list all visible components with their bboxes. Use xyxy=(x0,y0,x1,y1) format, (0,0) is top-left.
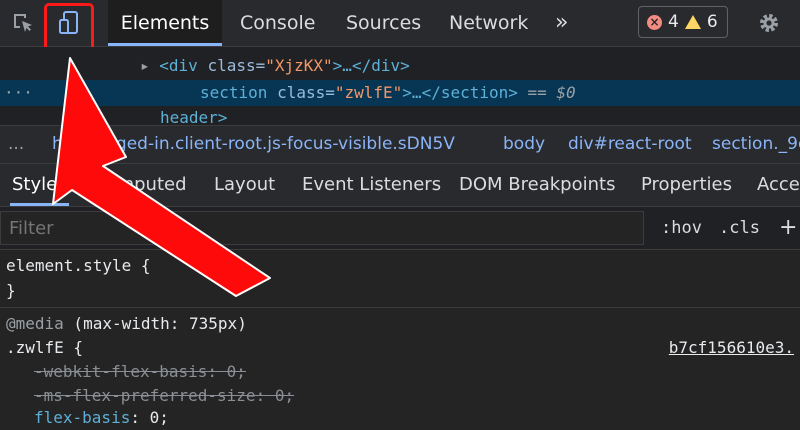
hov-toggle[interactable]: :hov xyxy=(661,207,702,249)
cls-toggle[interactable]: .cls xyxy=(719,207,760,249)
rule-selector[interactable]: .zwlfE { b7cf156610e3. xyxy=(6,336,794,360)
dom-node-div[interactable]: ▸ <div class="XjzKX">…</div> xyxy=(140,53,410,79)
devtools-toolbar: Elements Console Sources Network » × 4 6 xyxy=(0,0,800,53)
warning-icon xyxy=(684,15,701,29)
dom-node-section-selected[interactable]: ··· section class="zwlfE">…</section> ==… xyxy=(0,80,800,106)
tab-computed[interactable]: Computed xyxy=(93,164,187,206)
element-style-close: } xyxy=(6,281,16,300)
breadcrumb-body-class[interactable]: logged-in.client-root.js-focus-visible.s… xyxy=(90,126,455,163)
new-rule-plus-icon[interactable]: + xyxy=(779,207,797,249)
filter-input[interactable] xyxy=(0,211,644,245)
css-property-flex-basis[interactable]: flex-basis: 0; xyxy=(34,406,169,430)
rule-divider xyxy=(0,307,800,308)
tab-console[interactable]: Console xyxy=(240,0,315,46)
css-property-ms-flex-preferred-size[interactable]: -ms-flex-preferred-size: 0; xyxy=(34,384,294,408)
styles-pane: element.style { } @media (max-width: 735… xyxy=(0,250,800,427)
breadcrumb-overflow[interactable]: ... xyxy=(8,126,24,163)
breadcrumb-html[interactable]: html xyxy=(52,126,91,163)
error-count: 4 xyxy=(668,12,679,32)
element-style-selector[interactable]: element.style { xyxy=(6,254,151,278)
breadcrumb: ... html logged-in.client-root.js-focus-… xyxy=(0,125,800,164)
inspect-element-icon[interactable] xyxy=(9,9,37,37)
node-menu-icon[interactable]: ··· xyxy=(4,80,33,106)
dom-tree: ▸ <div class="XjzKX">…</div> ··· section… xyxy=(0,47,800,127)
more-tabs-chevron-icon[interactable]: » xyxy=(555,0,568,46)
issues-counter[interactable]: × 4 6 xyxy=(638,6,728,38)
filter-bar: :hov .cls + xyxy=(0,207,800,250)
device-toolbar-highlight xyxy=(44,3,94,53)
breadcrumb-body[interactable]: body xyxy=(503,126,545,163)
tab-properties[interactable]: Properties xyxy=(641,164,732,206)
error-icon: × xyxy=(647,14,662,30)
stylesheet-source-link[interactable]: b7cf156610e3. xyxy=(669,336,794,360)
styles-subtabs: Styles Computed Layout Event Listeners D… xyxy=(0,164,800,207)
tab-dom-breakpoints[interactable]: DOM Breakpoints xyxy=(459,164,615,206)
tab-elements[interactable]: Elements xyxy=(108,0,222,46)
gear-icon[interactable] xyxy=(755,9,783,37)
css-property-webkit-flex-basis[interactable]: -webkit-flex-basis: 0; xyxy=(34,360,246,384)
tab-accessibility[interactable]: Acce xyxy=(757,164,800,206)
media-query: @media (max-width: 735px) xyxy=(6,314,247,333)
breadcrumb-section[interactable]: section._9e xyxy=(712,126,800,163)
tab-layout[interactable]: Layout xyxy=(214,164,275,206)
tab-event-listeners[interactable]: Event Listeners xyxy=(302,164,441,206)
breadcrumb-react-root[interactable]: div#react-root xyxy=(568,126,692,163)
tab-network[interactable]: Network xyxy=(449,0,528,46)
tab-sources[interactable]: Sources xyxy=(346,0,421,46)
warning-count: 6 xyxy=(706,12,718,32)
tab-styles[interactable]: Styles xyxy=(10,164,69,206)
expand-triangle-icon[interactable]: ▸ xyxy=(140,56,159,75)
